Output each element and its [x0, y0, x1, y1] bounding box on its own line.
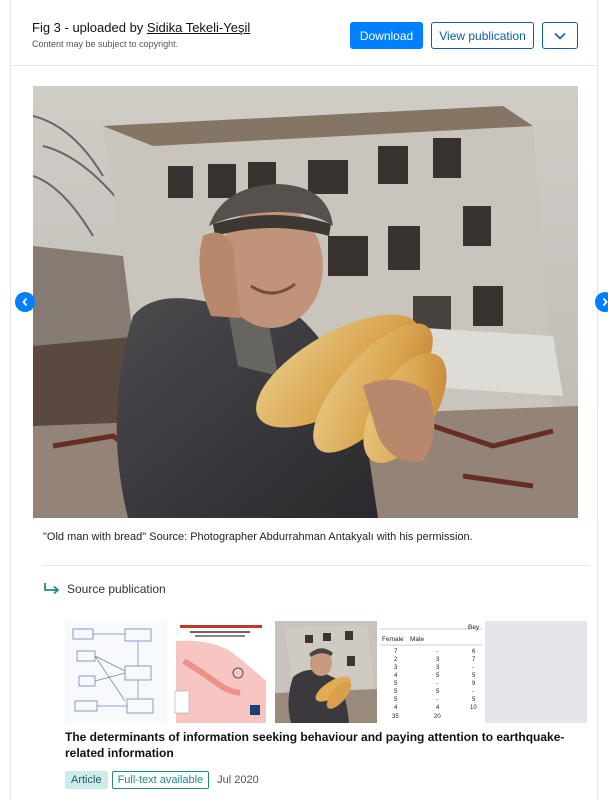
thumbnail-table[interactable]: Female Male Bey 7-6 237 33- 455 5-9 55- … [380, 621, 482, 723]
divider [43, 565, 589, 566]
source-publication-header: Source publication [43, 582, 166, 596]
view-publication-button[interactable]: View publication [431, 22, 534, 49]
figure-label: Fig 3 - uploaded by [32, 20, 147, 35]
table-cell: 35 [392, 714, 399, 720]
next-figure-button[interactable] [595, 292, 608, 312]
source-publication-label: Source publication [67, 582, 166, 596]
copyright-note: Content may be subject to copyright. [32, 39, 179, 49]
table-cell: - [472, 665, 474, 671]
figure-card: Fig 3 - uploaded by Sidika Tekeli-Yeşil … [10, 0, 608, 800]
publication-date: Jul 2020 [217, 774, 259, 786]
uploader-link[interactable]: Sidika Tekeli-Yeşil [147, 20, 250, 35]
more-options-button[interactable] [542, 22, 578, 49]
thumbnail-placeholder [485, 621, 587, 723]
table-header-third: Bey [468, 624, 480, 631]
publication-title[interactable]: The determinants of information seeking … [65, 729, 593, 761]
table-cell: - [436, 681, 438, 687]
previous-figure-button[interactable] [15, 292, 35, 312]
table-cell: - [436, 697, 438, 703]
chevron-right-icon [602, 297, 608, 307]
figure-title: Fig 3 - uploaded by Sidika Tekeli-Yeşil [32, 20, 250, 35]
publication-thumbnails: Female Male Bey 7-6 237 33- 455 5-9 55- … [65, 621, 589, 723]
table-header-male: Male [410, 636, 424, 643]
table-cell: - [472, 689, 474, 695]
chevron-left-icon [22, 297, 28, 307]
table-cell: - [436, 649, 438, 655]
figure-caption: "Old man with bread" Source: Photographe… [43, 531, 473, 543]
table-cell: 20 [434, 714, 441, 720]
publication-meta: Article Full-text available Jul 2020 [65, 771, 259, 789]
figure-header: Fig 3 - uploaded by Sidika Tekeli-Yeşil … [11, 0, 597, 66]
article-badge: Article [65, 771, 108, 789]
thumbnail-flowchart[interactable] [65, 621, 167, 723]
fulltext-badge: Full-text available [111, 771, 210, 789]
figure-image [33, 86, 578, 518]
table-header-female: Female [382, 636, 404, 643]
chevron-down-icon [554, 32, 566, 40]
arrow-turn-right-icon [44, 583, 60, 595]
download-button[interactable]: Download [350, 22, 423, 49]
thumbnail-photo[interactable] [275, 621, 377, 723]
table-cell: 10 [470, 705, 477, 711]
thumbnail-map[interactable] [170, 621, 272, 723]
